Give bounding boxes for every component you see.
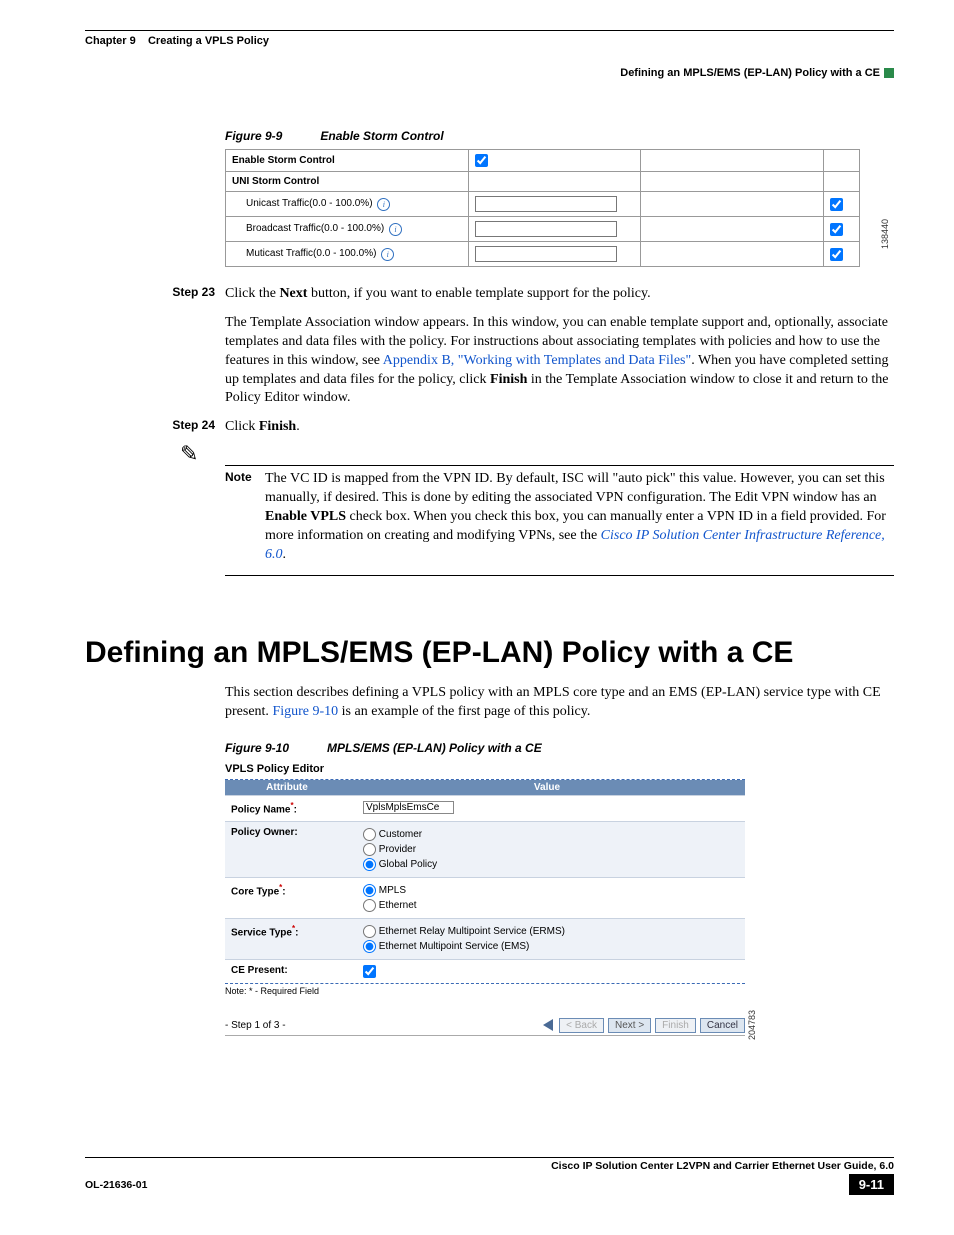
vpls-editor-title: VPLS Policy Editor [225, 763, 745, 775]
page-header-right: Defining an MPLS/EMS (EP-LAN) Policy wit… [85, 67, 894, 79]
service-erms-radio[interactable]: Ethernet Relay Multipoint Service (ERMS) [363, 924, 739, 939]
multicast-traffic-label: Muticast Traffic(0.0 - 100.0%) i [226, 242, 469, 267]
page-header-left: Chapter 9 Creating a VPLS Policy [85, 35, 894, 47]
cancel-button[interactable]: Cancel [700, 1018, 745, 1033]
core-ethernet-radio[interactable]: Ethernet [363, 898, 739, 913]
step-24: Step 24 Click Finish. [85, 418, 894, 437]
note-body: The VC ID is mapped from the VPN ID. By … [265, 470, 894, 564]
policy-owner-label: Policy Owner: [225, 825, 357, 874]
ce-present-label: CE Present: [225, 963, 357, 980]
note-pencil-icon: ✎ [180, 441, 198, 466]
enable-storm-control-label: Enable Storm Control [226, 150, 469, 172]
figure-9-10-id: 204783 [747, 1010, 757, 1040]
required-field-note: Note: * - Required Field [225, 984, 745, 998]
step-23: Step 23 Click the Next button, if you wa… [85, 285, 894, 408]
core-mpls-radio[interactable]: MPLS [363, 883, 739, 898]
back-button[interactable]: < Back [559, 1018, 604, 1033]
note-label: Note [225, 470, 265, 564]
footer-guide-title: Cisco IP Solution Center L2VPN and Carri… [85, 1160, 894, 1172]
section-intro: This section describes defining a VPLS p… [225, 684, 894, 722]
figure-9-10-ref-link[interactable]: Figure 9-10 [272, 704, 338, 719]
core-type-label: Core Type*: [225, 881, 357, 915]
figure-9-9-table: Enable Storm Control UNI Storm Control U… [225, 149, 860, 267]
vpls-editor-header: Attribute Value [225, 780, 745, 795]
owner-customer-radio[interactable]: Customer [363, 827, 739, 842]
footer-page-number: 9-11 [849, 1174, 894, 1195]
unicast-traffic-input[interactable] [475, 196, 617, 212]
owner-provider-radio[interactable]: Provider [363, 842, 739, 857]
figure-9-9-id: 138440 [880, 219, 890, 249]
figure-9-10-caption: Figure 9-10MPLS/EMS (EP-LAN) Policy with… [225, 741, 894, 755]
multicast-traffic-checkbox[interactable] [830, 248, 843, 261]
policy-name-label: Policy Name*: [225, 799, 357, 817]
figure-9-9-caption: Figure 9-9Enable Storm Control [225, 129, 894, 143]
info-icon[interactable]: i [389, 223, 402, 236]
owner-global-radio[interactable]: Global Policy [363, 857, 739, 872]
service-type-label: Service Type*: [225, 922, 357, 956]
uni-storm-control-label: UNI Storm Control [226, 172, 469, 192]
appendix-b-link[interactable]: Appendix B, "Working with Templates and … [383, 353, 691, 368]
step-23-p2: The Template Association window appears.… [225, 314, 894, 408]
step-23-p1: Click the Next button, if you want to en… [225, 285, 894, 304]
footer-doc-number: OL-21636-01 [85, 1179, 147, 1191]
broadcast-traffic-input[interactable] [475, 221, 617, 237]
unicast-traffic-checkbox[interactable] [830, 198, 843, 211]
enable-storm-control-checkbox[interactable] [475, 154, 488, 167]
broadcast-traffic-checkbox[interactable] [830, 223, 843, 236]
section-heading: Defining an MPLS/EMS (EP-LAN) Policy wit… [85, 636, 894, 670]
policy-name-input[interactable] [363, 801, 454, 814]
wizard-step-indicator: - Step 1 of 3 - [225, 1020, 286, 1031]
section-marker-icon [884, 68, 894, 78]
multicast-traffic-input[interactable] [475, 246, 617, 262]
service-ems-radio[interactable]: Ethernet Multipoint Service (EMS) [363, 939, 739, 954]
next-button[interactable]: Next > [608, 1018, 651, 1033]
info-icon[interactable]: i [381, 248, 394, 261]
step-23-label: Step 23 [143, 285, 225, 408]
ce-present-checkbox[interactable] [363, 965, 376, 978]
info-icon[interactable]: i [377, 198, 390, 211]
wizard-caret-icon [543, 1019, 553, 1031]
step-24-label: Step 24 [143, 418, 225, 437]
step-24-p1: Click Finish. [225, 418, 894, 437]
broadcast-traffic-label: Broadcast Traffic(0.0 - 100.0%) i [226, 217, 469, 242]
finish-button[interactable]: Finish [655, 1018, 696, 1033]
unicast-traffic-label: Unicast Traffic(0.0 - 100.0%) i [226, 192, 469, 217]
